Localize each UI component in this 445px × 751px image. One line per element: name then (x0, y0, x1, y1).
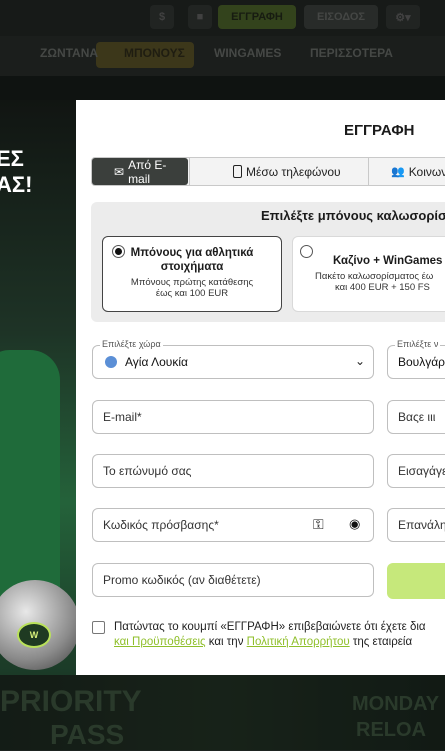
country-select-value: Αγία Λουκία (125, 355, 188, 369)
privacy-policy-link[interactable]: Πολιτική Απορρήτου (247, 636, 350, 648)
modal-title: ΕΓΓΡΑΦΗ (344, 122, 415, 139)
player-figure (0, 350, 60, 600)
username-placeholder: Βαςε ιιι (398, 410, 436, 424)
phone-icon (233, 165, 242, 178)
name-field[interactable]: Εισαγάγε (387, 454, 445, 488)
email-field[interactable]: E-mail* (92, 400, 374, 434)
ball-badge: W (17, 622, 51, 648)
bonus-card-casino[interactable]: Καζίνο + WinGames Πακέτο καλωσορίσματος … (292, 236, 445, 312)
terms-checkbox[interactable] (92, 621, 105, 634)
name-placeholder: Εισαγάγε (398, 464, 445, 478)
bonus-card-desc: Πακέτο καλωσορίσματος έω (315, 271, 434, 282)
surname-field[interactable]: Το επώνυμό σας (92, 454, 374, 488)
bonus-card-desc: έως και 100 EUR (155, 288, 229, 299)
terms-line-2: και Προϋποθέσεις και την Πολιτική Απορρή… (114, 635, 426, 650)
promo-code-field[interactable]: Promo κωδικός (αν διαθέτετε) (92, 563, 374, 597)
currency-select-label: Επιλέξτε ν (395, 339, 441, 349)
hero-text: ΑΣ! (0, 172, 33, 197)
password-field[interactable]: Κωδικός πρόσβασης* ⚿ ◉ (92, 508, 374, 542)
bonus-title: Επιλέξτε μπόνους καλωσορίσ (261, 208, 445, 223)
repeat-password-field[interactable]: Επανάλη (387, 508, 445, 542)
password-placeholder: Κωδικός πρόσβασης* (103, 518, 219, 532)
bonus-radio-sports[interactable] (112, 245, 125, 258)
hero-text: ΕΣ (0, 146, 24, 171)
tab-email-label: Από E-mail (128, 157, 167, 186)
bonus-card-title: Μπόνους για αθλητικά (130, 247, 254, 259)
bonus-card-desc: Μπόνους πρώτης κατάθεσης (130, 277, 254, 288)
key-icon[interactable]: ⚿ (313, 516, 324, 533)
terms-line: Πατώντας το κουμπί «ΕΓΓΡΑΦΗ» επιβεβαιώνε… (114, 621, 426, 633)
bonus-card-title: στοιχήματα (160, 261, 224, 273)
tab-social-label: Κοινων (408, 164, 445, 179)
tab-phone-label: Μέσω τηλεφώνου (246, 164, 341, 179)
bonus-selection-panel: Επιλέξτε μπόνους καλωσορίσ Μπόνους για α… (91, 202, 445, 322)
terms-text-end: της εταιρεία (349, 636, 413, 648)
terms-text: Πατώντας το κουμπί «ΕΓΓΡΑΦΗ» επιβεβαιώνε… (114, 620, 426, 650)
registration-tabs: ✉ Από E-mail Μέσω τηλεφώνου 👥 Κοινων (91, 157, 445, 186)
chevron-down-icon: ⌄ (354, 354, 365, 368)
bonus-radio-casino[interactable] (300, 245, 313, 258)
terms-conditions-link[interactable]: και Προϋποθέσεις (114, 636, 206, 648)
email-placeholder: E-mail* (103, 410, 142, 424)
country-select[interactable]: Αγία Λουκία ⌄ (92, 345, 374, 379)
bonus-card-sports[interactable]: Μπόνους για αθλητικά στοιχήματα Μπόνους … (102, 236, 282, 312)
repeat-password-placeholder: Επανάλη (398, 518, 445, 532)
bonus-card-desc: και 400 EUR + 150 FS (335, 282, 430, 293)
promo-code-placeholder: Promo κωδικός (αν διαθέτετε) (103, 573, 261, 587)
currency-select-value: Βουλγάρ (398, 355, 445, 369)
tab-social[interactable]: 👥 Κοινων (369, 158, 445, 185)
submit-register-button[interactable] (387, 563, 445, 599)
currency-select[interactable]: Βουλγάρ (387, 345, 445, 379)
country-select-label: Επιλέξτε χώρα (100, 339, 163, 349)
eye-off-icon[interactable]: ◉ (349, 516, 360, 532)
users-icon: 👥 (391, 166, 405, 178)
radio-selected-dot (115, 248, 122, 255)
hero-image-panel: ΕΣ ΑΣ! W (0, 100, 76, 675)
country-flag-icon (105, 356, 117, 368)
bonus-card-title: Καζίνο + WinGames (333, 255, 443, 267)
username-field[interactable]: Βαςε ιιι (387, 400, 445, 434)
envelope-icon: ✉ (114, 164, 125, 179)
tab-phone[interactable]: Μέσω τηλεφώνου (190, 158, 368, 185)
surname-placeholder: Το επώνυμό σας (103, 464, 192, 478)
tab-email[interactable]: ✉ Από E-mail (92, 157, 188, 186)
registration-modal: ΕΓΓΡΑΦΗ ✉ Από E-mail Μέσω τηλεφώνου 👥 Κο… (76, 100, 445, 675)
terms-text-mid: και την (205, 636, 247, 648)
